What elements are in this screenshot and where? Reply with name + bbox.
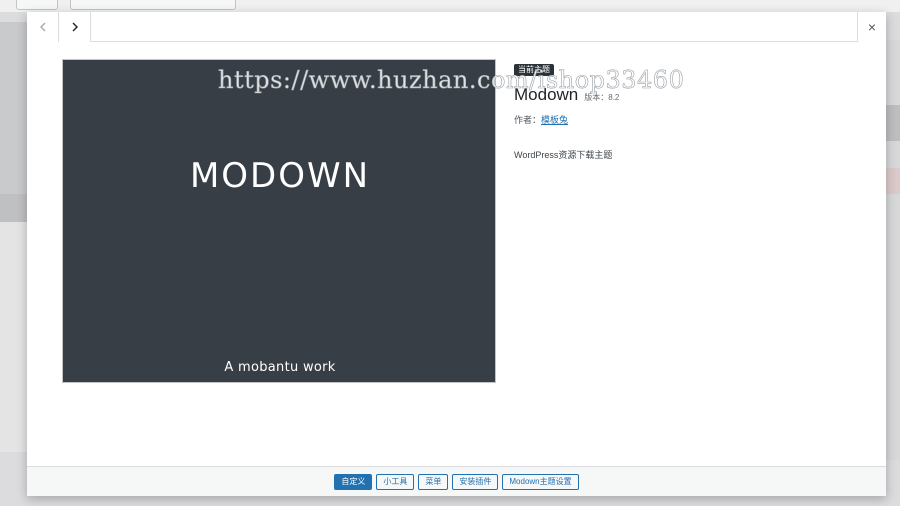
theme-details-modal: × MODOWN A mobantu work 当前主题 Modown 版本：8… [27,12,886,496]
backdrop-panel [886,105,900,141]
theme-name: Modown [514,85,579,104]
current-theme-badge: 当前主题 [514,64,554,76]
next-theme-button[interactable] [59,12,91,42]
backdrop-pill [16,0,58,10]
menus-button[interactable]: 菜单 [418,473,449,490]
close-button[interactable]: × [857,12,886,42]
theme-description: WordPress资源下载主题 [514,150,613,160]
backdrop-panel [0,22,27,194]
chevron-left-icon [39,22,45,32]
screenshot-title: MODOWN [189,156,371,196]
theme-name-row: Modown 版本：8.2 [514,85,854,105]
install-plugins-button[interactable]: 安装插件 [452,473,499,490]
widgets-button[interactable]: 小工具 [376,473,415,490]
author-label: 作者： [514,115,542,125]
backdrop-panel [886,168,900,194]
backdrop-panel [886,40,900,460]
backdrop-toolbar [0,0,900,12]
chevron-right-icon [72,22,78,32]
theme-version: 版本：8.2 [584,93,620,102]
customize-button[interactable]: 自定义 [334,473,373,490]
close-icon: × [867,19,877,35]
theme-author: 作者：模板兔 [514,113,854,126]
theme-screenshot: MODOWN A mobantu work [62,59,496,383]
backdrop-pill [70,0,236,10]
backdrop-panel [0,222,27,452]
previous-theme-button[interactable] [27,12,59,42]
theme-settings-button[interactable]: Modown主题设置 [502,473,579,490]
backdrop-panel [0,194,27,222]
modal-footer: 自定义 小工具 菜单 安装插件 Modown主题设置 [27,466,886,496]
author-link[interactable]: 模板兔 [541,115,568,125]
theme-info: 当前主题 Modown 版本：8.2 作者：模板兔 WordPress资源下载主… [514,59,854,161]
modal-header: × [27,12,886,42]
screenshot-subtitle: A mobantu work [224,360,336,375]
